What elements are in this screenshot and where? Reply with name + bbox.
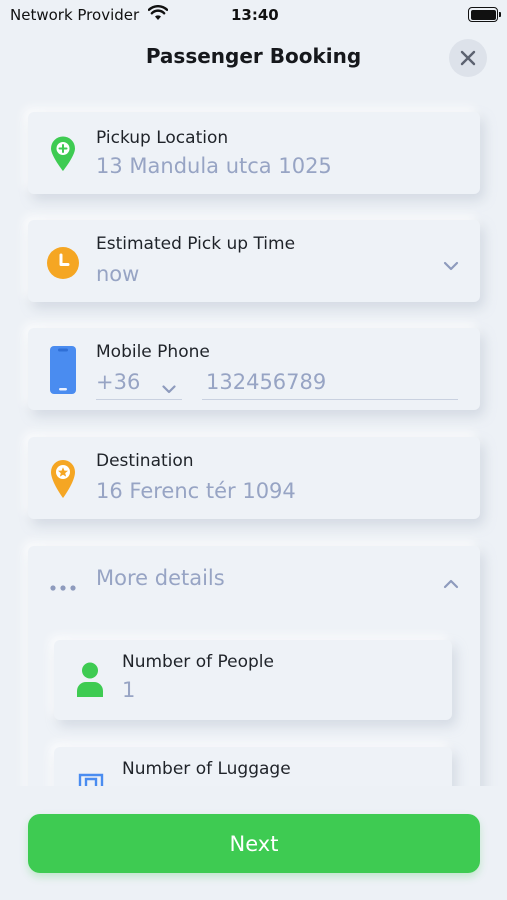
number-of-people-field[interactable]: Number of People 1 bbox=[54, 640, 452, 720]
mobile-phone-field: Mobile Phone +36 132456789 bbox=[28, 328, 480, 410]
pickup-location-field[interactable]: Pickup Location 13 Mandula utca 1025 bbox=[28, 112, 480, 194]
clock-icon bbox=[47, 247, 79, 283]
status-bar: Network Provider 13:40 bbox=[0, 0, 507, 30]
more-dots-icon bbox=[50, 576, 76, 595]
next-button[interactable]: Next bbox=[28, 814, 480, 873]
more-details-label: More details bbox=[96, 566, 225, 590]
destination-label: Destination bbox=[96, 451, 194, 471]
phone-number-input[interactable]: 132456789 bbox=[206, 370, 326, 394]
location-pin-add-icon bbox=[50, 136, 76, 176]
phone-icon bbox=[50, 346, 76, 398]
close-button[interactable] bbox=[449, 39, 487, 77]
location-pin-star-icon bbox=[50, 459, 76, 503]
number-of-people-label: Number of People bbox=[122, 652, 274, 672]
number-of-people-value: 1 bbox=[122, 678, 136, 702]
battery-icon bbox=[468, 7, 501, 22]
clock-time: 13:40 bbox=[231, 6, 279, 24]
close-icon bbox=[460, 50, 476, 66]
page-title: Passenger Booking bbox=[145, 44, 362, 68]
country-code-underline bbox=[96, 399, 182, 400]
wifi-icon bbox=[147, 5, 169, 25]
mobile-phone-label: Mobile Phone bbox=[96, 342, 210, 362]
more-details-header[interactable]: More details bbox=[28, 546, 480, 610]
pickup-location-value: 13 Mandula utca 1025 bbox=[96, 154, 332, 178]
number-of-luggage-label: Number of Luggage bbox=[122, 759, 291, 779]
pickup-time-value: now bbox=[96, 262, 140, 286]
destination-value: 16 Ferenc tér 1094 bbox=[96, 479, 296, 503]
more-details-section: More details Number of People 1 Number o… bbox=[28, 546, 480, 806]
pickup-time-field[interactable]: Estimated Pick up Time now bbox=[28, 220, 480, 302]
pickup-time-label: Estimated Pick up Time bbox=[96, 234, 296, 254]
country-code-select[interactable]: +36 bbox=[96, 370, 140, 394]
phone-number-underline bbox=[202, 399, 458, 400]
chevron-down-icon[interactable] bbox=[443, 256, 459, 275]
pickup-location-label: Pickup Location bbox=[96, 128, 229, 148]
carrier-name: Network Provider bbox=[10, 6, 140, 24]
destination-field[interactable]: Destination 16 Ferenc tér 1094 bbox=[28, 437, 480, 519]
person-icon bbox=[76, 662, 104, 702]
chevron-up-icon bbox=[443, 574, 459, 593]
chevron-down-icon[interactable] bbox=[162, 379, 176, 398]
